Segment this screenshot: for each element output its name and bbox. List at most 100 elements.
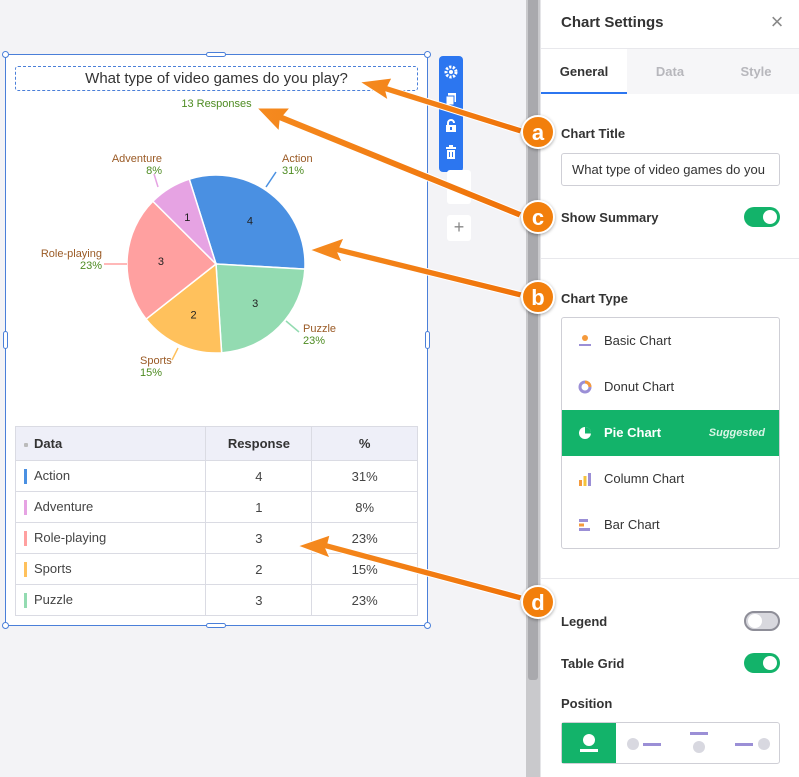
resize-handle-bottom[interactable] — [206, 623, 226, 628]
table-cell-response: 4 — [205, 460, 313, 492]
close-icon[interactable]: × — [766, 11, 788, 34]
pie-label-action: Action 31% — [282, 153, 313, 177]
pie-label-puzzle: Puzzle 23% — [303, 323, 336, 347]
table-cell-data: Role-playing — [14, 522, 207, 554]
callout-badge-b: b — [521, 280, 555, 314]
table-header-percent: % — [311, 426, 418, 461]
chart-type-column[interactable]: Column Chart — [562, 456, 779, 502]
canvas-scrollbar-thumb[interactable] — [528, 0, 538, 680]
show-summary-label: Show Summary — [561, 210, 659, 225]
position-bottom-icon — [690, 732, 708, 753]
table-grid-label: Table Grid — [561, 656, 625, 671]
table-cell-percent: 8% — [311, 491, 418, 523]
chart-type-bar[interactable]: Bar Chart — [562, 502, 779, 548]
lock-icon[interactable] — [442, 118, 460, 136]
table-row: Adventure 1 8% — [14, 491, 418, 523]
chart-title-input[interactable] — [561, 153, 780, 186]
table-header-response: Response — [205, 426, 313, 461]
plus-icon[interactable]: + — [447, 215, 471, 241]
show-summary-toggle[interactable] — [744, 207, 780, 227]
pie-leader-line — [265, 171, 277, 188]
trash-icon[interactable] — [442, 144, 460, 162]
tab-style[interactable]: Style — [713, 49, 799, 94]
table-cell-data: Action — [14, 460, 207, 492]
pie-label-sports: Sports 15% — [140, 355, 172, 379]
pie-label-category: Adventure — [111, 153, 162, 165]
table-cell-label: Role-playing — [34, 529, 107, 545]
table-header-row: Data Response % — [14, 426, 418, 461]
toggle-knob — [763, 210, 777, 224]
chart-type-label: Basic Chart — [604, 333, 672, 348]
section-divider — [541, 258, 799, 259]
pie-label-role-playing: Role-playing 23% — [36, 248, 102, 272]
basic-chart-icon — [579, 335, 591, 346]
pie-label-category: Role-playing — [40, 248, 102, 260]
table-cell-response: 1 — [205, 491, 313, 523]
pie-label-percent: 23% — [303, 335, 326, 347]
table-row: Action 4 31% — [14, 460, 418, 492]
tab-general[interactable]: General — [541, 49, 627, 94]
toggle-knob — [748, 614, 762, 628]
position-top-option[interactable] — [562, 723, 616, 763]
tab-data[interactable]: Data — [627, 49, 713, 94]
widget-toolbar — [439, 56, 463, 172]
data-table: Data Response % Action 4 31% Adventure 1 8% Ro… — [14, 426, 418, 616]
color-swatch — [24, 469, 27, 485]
table-cell-data: Sports — [14, 553, 207, 585]
pie-slice-value: 2 — [190, 309, 196, 321]
pie-slice-value: 3 — [158, 256, 164, 268]
table-cell-data: Puzzle — [14, 584, 207, 616]
chart-type-basic[interactable]: Basic Chart — [562, 318, 779, 364]
pie-slice-value: 3 — [252, 298, 258, 310]
position-selector — [561, 722, 780, 764]
pie-chart-icon — [579, 427, 591, 439]
chart-type-label: Chart Type — [561, 291, 628, 306]
table-row: Puzzle 3 23% — [14, 584, 418, 616]
position-right-option[interactable] — [726, 723, 780, 763]
toolbar-spacer — [447, 170, 471, 204]
table-header-label: Data — [34, 436, 63, 451]
table-cell-response: 2 — [205, 553, 313, 585]
position-left-icon — [627, 738, 661, 750]
panel-title: Chart Settings — [561, 14, 664, 31]
pie-slice-puzzle[interactable] — [215, 263, 306, 354]
donut-chart-icon — [578, 380, 592, 394]
callout-badge-a: a — [521, 115, 555, 149]
chart-type-donut[interactable]: Donut Chart — [562, 364, 779, 410]
chart-title-label: Chart Title — [561, 126, 626, 141]
pie-label-percent: 15% — [140, 367, 163, 379]
table-cell-data: Adventure — [14, 491, 207, 523]
callout-badge-d: d — [521, 585, 555, 619]
resize-handle-bottom-right[interactable] — [424, 622, 431, 629]
pie-leader-line — [171, 347, 179, 361]
pie-label-category: Action — [282, 153, 313, 165]
table-grid-toggle[interactable] — [744, 653, 780, 673]
table-cell-percent: 15% — [311, 553, 418, 585]
copy-icon[interactable] — [442, 91, 460, 109]
pie-chart: 4 3 2 3 1 — [104, 171, 306, 361]
gear-icon[interactable] — [442, 64, 460, 82]
color-swatch — [24, 593, 27, 609]
section-divider — [541, 578, 799, 579]
settings-tabs: General Data Style — [541, 48, 799, 94]
table-cell-percent: 23% — [311, 522, 418, 554]
table-cell-percent: 23% — [311, 584, 418, 616]
chart-type-label: Column Chart — [604, 471, 685, 486]
legend-label: Legend — [561, 614, 608, 629]
chart-type-pie[interactable]: Pie Chart Suggested — [562, 410, 779, 456]
pie-label-percent: 8% — [146, 165, 162, 177]
callout-badge-c: c — [521, 200, 555, 234]
resize-handle-bottom-left[interactable] — [2, 622, 9, 629]
position-bottom-option[interactable] — [672, 723, 726, 763]
color-swatch — [24, 531, 27, 547]
position-top-icon — [580, 734, 598, 752]
table-cell-label: Sports — [34, 560, 72, 576]
legend-toggle[interactable] — [744, 611, 780, 631]
table-row: Sports 2 15% — [14, 553, 418, 585]
pie-leader-line — [285, 320, 300, 333]
chart-type-label: Pie Chart — [604, 425, 662, 440]
table-cell-response: 3 — [205, 584, 313, 616]
table-row: Role-playing 3 23% — [14, 522, 418, 554]
position-left-option[interactable] — [617, 723, 671, 763]
table-cell-label: Adventure — [34, 498, 94, 514]
